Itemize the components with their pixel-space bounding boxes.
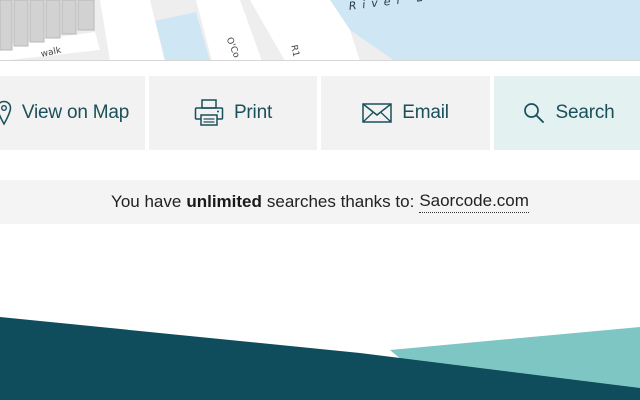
print-button[interactable]: Print (149, 76, 317, 150)
map-preview[interactable]: River Liffey walk O'Co R1 (0, 0, 640, 61)
print-label: Print (233, 102, 273, 123)
email-button[interactable]: Email (321, 76, 490, 150)
search-icon (523, 102, 545, 124)
printer-icon (194, 99, 224, 127)
building (45, 0, 61, 39)
footer-decoration (0, 317, 640, 400)
building (61, 0, 77, 35)
building (0, 0, 13, 51)
credits-prefix: You have (111, 192, 182, 211)
view-on-map-label: View on Map (21, 102, 130, 123)
search-label: Search (555, 102, 615, 123)
search-credits-banner: You have unlimited searches thanks to: S… (0, 180, 640, 224)
email-label: Email (402, 102, 449, 123)
map-pin-icon (0, 100, 12, 126)
building (13, 0, 29, 47)
building (77, 0, 95, 31)
map-graphic (0, 0, 640, 60)
view-on-map-button[interactable]: View on Map (0, 76, 145, 150)
credits-emphasis: unlimited (186, 192, 262, 211)
sponsor-link[interactable]: Saorcode.com (419, 191, 529, 213)
envelope-icon (362, 103, 392, 123)
action-bar: View on Map Print Email Search (0, 76, 640, 150)
credits-suffix: searches thanks to: (266, 192, 415, 211)
search-button[interactable]: Search (494, 76, 640, 150)
road-label: R1 (288, 44, 301, 58)
building (29, 0, 45, 43)
road (100, 0, 165, 60)
